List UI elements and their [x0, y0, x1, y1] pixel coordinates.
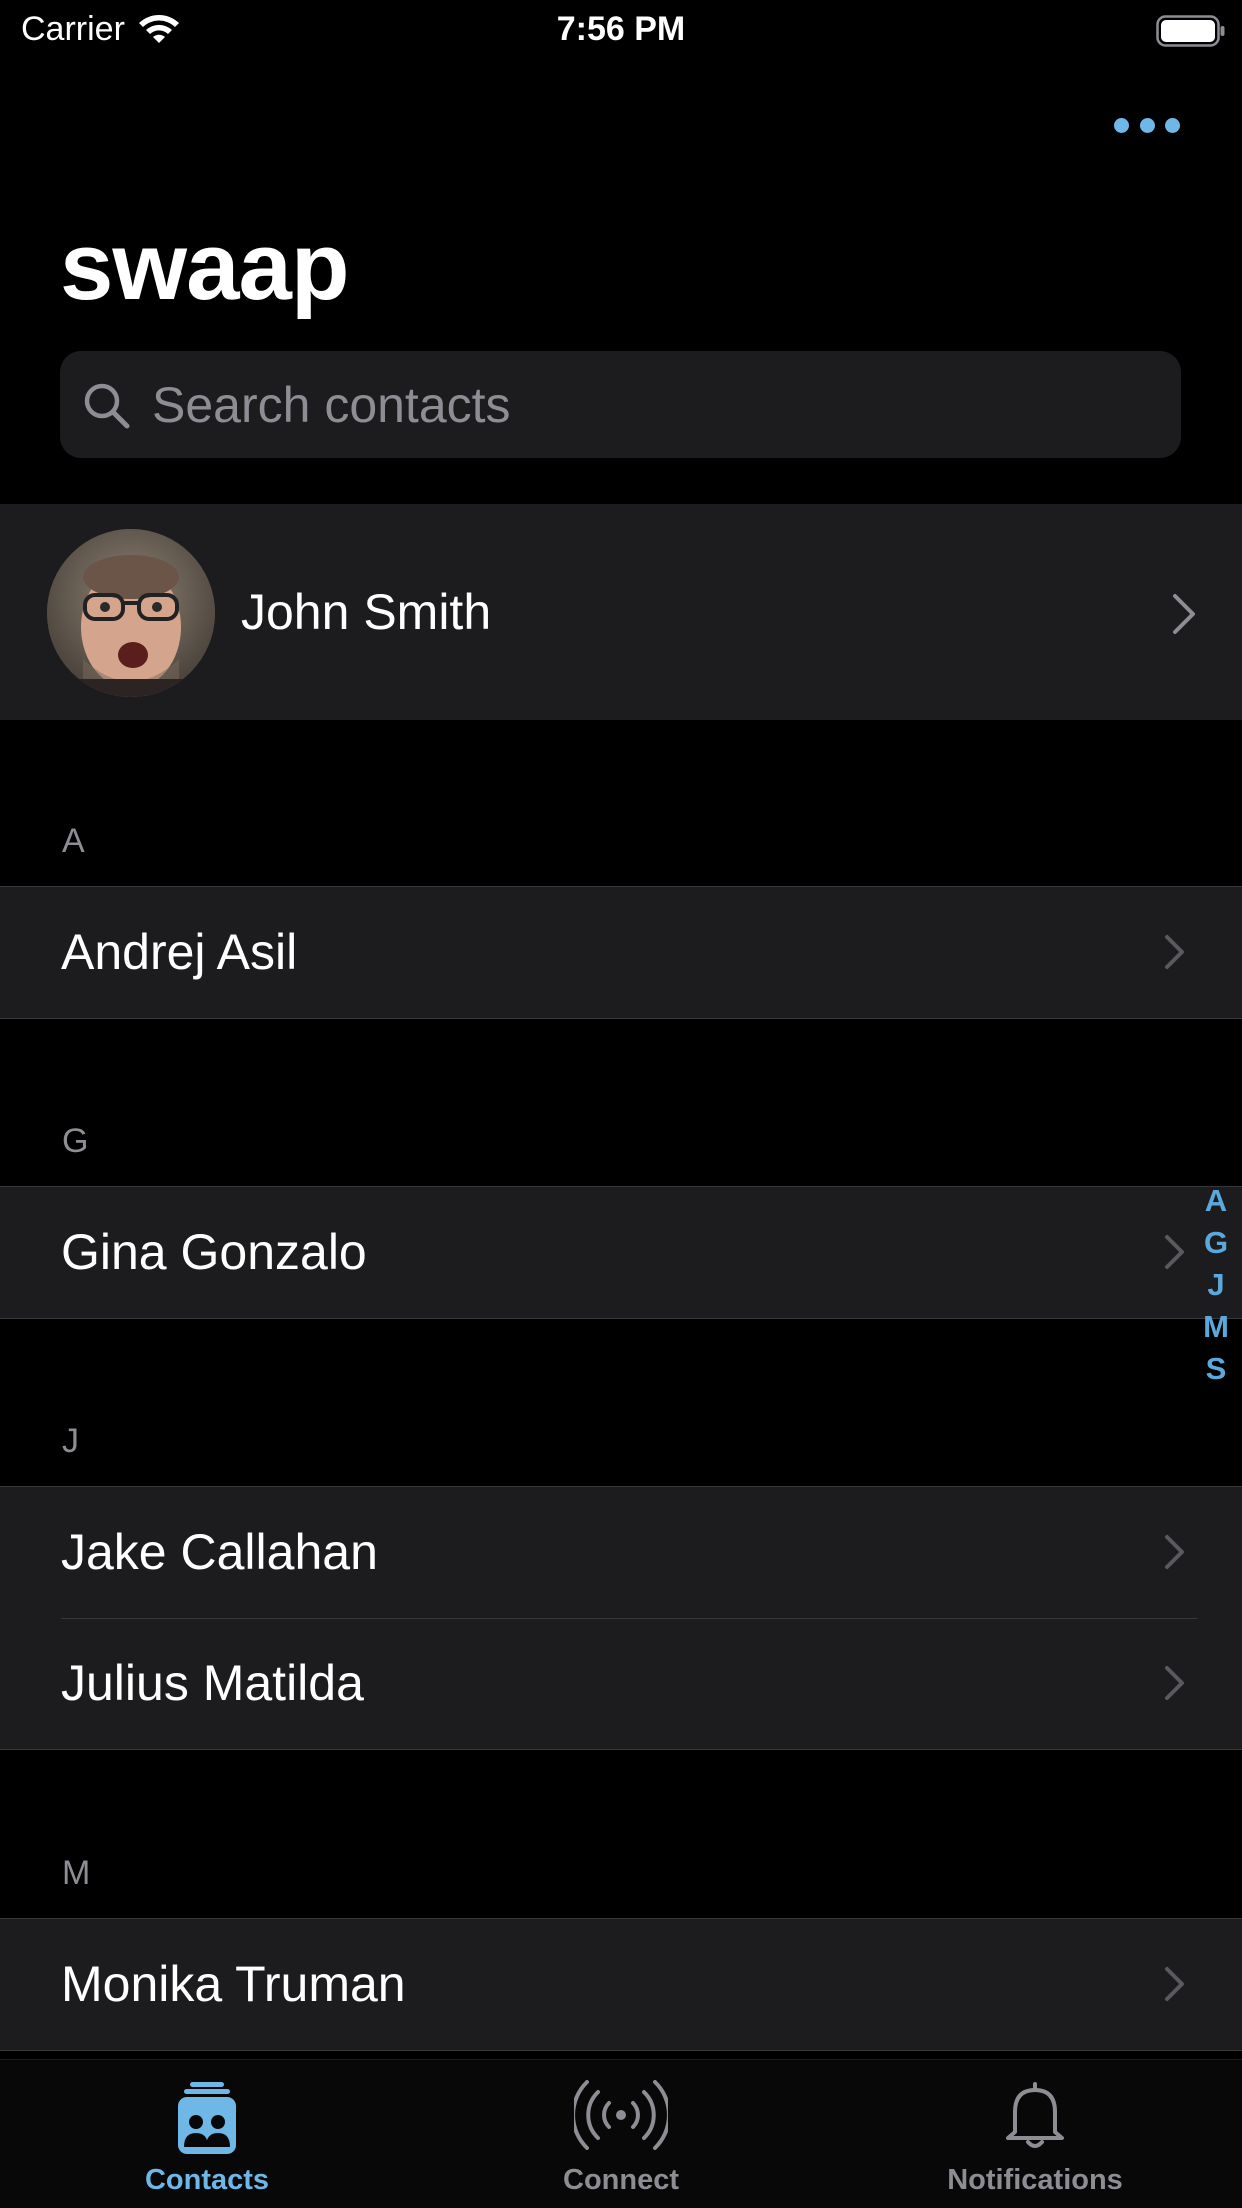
- page-title: swaap: [60, 213, 349, 320]
- index-letter-j[interactable]: J: [1198, 1264, 1234, 1306]
- chevron-right-icon: [1165, 1235, 1184, 1269]
- tab-connect[interactable]: Connect: [414, 2060, 828, 2208]
- contact-row[interactable]: Gina Gonzalo: [0, 1187, 1242, 1318]
- contact-name: Jake Callahan: [61, 1524, 378, 1580]
- avatar: [47, 529, 215, 697]
- search-icon: [84, 383, 130, 429]
- index-letter-s[interactable]: S: [1198, 1348, 1234, 1390]
- section-header-g: G: [62, 1122, 89, 1160]
- tab-bar: Contacts Connect Notifications: [0, 2059, 1242, 2208]
- contact-row[interactable]: Andrej Asil: [0, 887, 1242, 1018]
- my-profile-card[interactable]: John Smith: [0, 504, 1242, 720]
- tab-notifications[interactable]: Notifications: [828, 2060, 1242, 2208]
- chevron-right-icon: [1165, 1535, 1184, 1569]
- contact-group-g: Gina Gonzalo: [0, 1186, 1242, 1319]
- section-header-a: A: [62, 822, 85, 860]
- my-profile-name: John Smith: [241, 584, 492, 640]
- status-bar: Carrier 7:56 PM: [0, 0, 1242, 62]
- index-letter-m[interactable]: M: [1198, 1306, 1234, 1348]
- search-input[interactable]: [152, 351, 1162, 458]
- contact-name: Gina Gonzalo: [61, 1224, 367, 1280]
- contact-name: Andrej Asil: [61, 924, 298, 980]
- contact-row[interactable]: Jake Callahan: [0, 1487, 1242, 1618]
- search-bar[interactable]: [60, 351, 1181, 458]
- contact-group-m: Monika Truman: [0, 1918, 1242, 2051]
- more-options-button[interactable]: [1114, 110, 1180, 140]
- chevron-right-icon: [1165, 935, 1184, 969]
- contact-group-j: Jake Callahan Julius Matilda: [0, 1486, 1242, 1750]
- tab-notifications-label: Notifications: [947, 2164, 1123, 2196]
- section-header-j: J: [62, 1422, 79, 1460]
- contacts-icon: [178, 2082, 236, 2154]
- ellipsis-icon: [1114, 117, 1129, 133]
- contact-name: Julius Matilda: [61, 1655, 364, 1711]
- chevron-right-icon: [1165, 1666, 1184, 1700]
- tab-contacts[interactable]: Contacts: [0, 2060, 414, 2208]
- bell-icon: [1006, 2082, 1064, 2148]
- battery-icon: [1156, 15, 1225, 47]
- contact-row[interactable]: Julius Matilda: [0, 1618, 1242, 1749]
- avatar-photo: [47, 529, 215, 697]
- contact-group-a: Andrej Asil: [0, 886, 1242, 1019]
- status-time: 7:56 PM: [556, 10, 686, 48]
- ellipsis-dot: [1139, 117, 1155, 133]
- section-index[interactable]: A G J M S: [1198, 1180, 1234, 1390]
- contact-row[interactable]: Monika Truman: [0, 1919, 1242, 2050]
- section-header-m: M: [62, 1854, 91, 1892]
- ellipsis-dot: [1165, 117, 1180, 133]
- index-letter-a[interactable]: A: [1198, 1180, 1234, 1222]
- tab-contacts-label: Contacts: [144, 2164, 270, 2196]
- broadcast-icon: [574, 2080, 668, 2150]
- chevron-right-icon: [1165, 1967, 1184, 2001]
- tab-connect-label: Connect: [563, 2164, 679, 2196]
- index-letter-g[interactable]: G: [1198, 1222, 1234, 1264]
- contact-name: Monika Truman: [61, 1956, 406, 2012]
- chevron-right-icon: [1173, 594, 1195, 634]
- contacts-screen: Carrier 7:56 PM swaap Search contacts Jo…: [0, 0, 1242, 2208]
